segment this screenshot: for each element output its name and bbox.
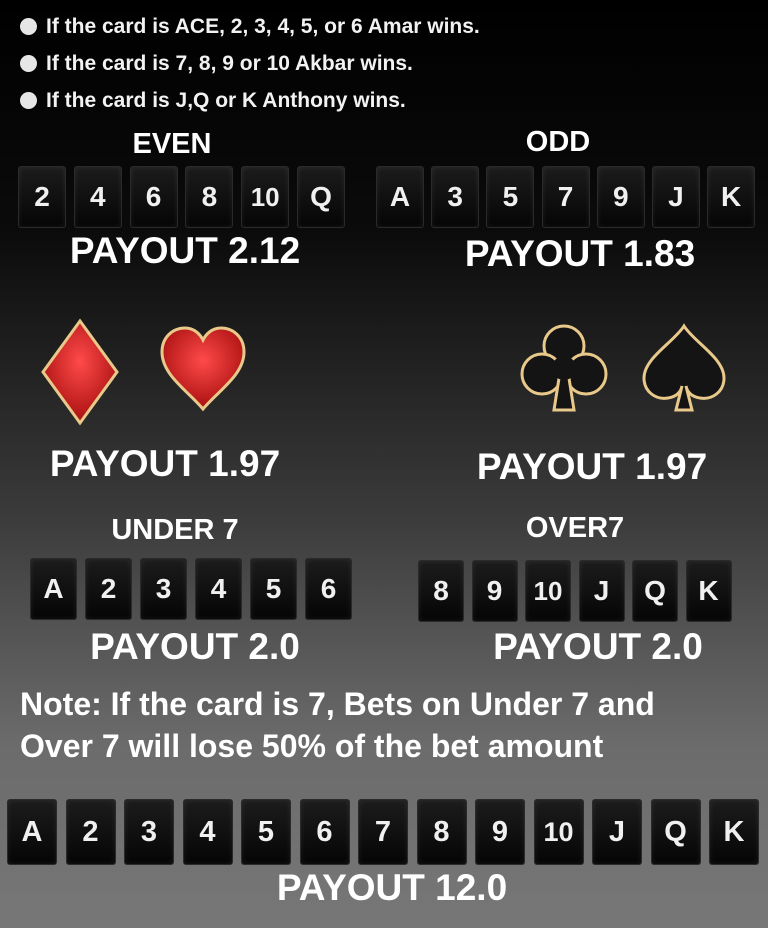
card-7[interactable]: 7 <box>358 799 408 865</box>
rule-text: If the card is 7, 8, 9 or 10 Akbar wins. <box>46 51 413 75</box>
odd-cards[interactable]: A3579JK <box>376 166 756 228</box>
card-10[interactable]: 10 <box>525 560 571 622</box>
rule-item: If the card is ACE, 2, 3, 4, 5, or 6 Ama… <box>20 8 480 45</box>
bullet-icon <box>20 92 37 109</box>
bullet-icon <box>20 18 37 35</box>
over7-payout: PAYOUT 2.0 <box>493 626 703 667</box>
card-2[interactable]: 2 <box>18 166 66 228</box>
note-line-2: Over 7 will lose 50% of the bet amount <box>20 728 604 764</box>
red-payout: PAYOUT 1.97 <box>49 443 281 484</box>
card-q[interactable]: Q <box>650 799 701 865</box>
card-a[interactable]: A <box>7 799 57 865</box>
rule-item: If the card is J,Q or K Anthony wins. <box>20 82 480 119</box>
card-5[interactable]: 5 <box>250 558 297 620</box>
heart-icon <box>160 326 246 412</box>
card-2[interactable]: 2 <box>85 558 132 620</box>
under7-title: UNDER 7 <box>111 514 239 546</box>
over7-title: OVER7 <box>525 512 625 544</box>
rule-item: If the card is 7, 8, 9 or 10 Akbar wins. <box>20 45 480 82</box>
card-10[interactable]: 10 <box>533 799 584 865</box>
card-k[interactable]: K <box>707 166 756 228</box>
even-title: EVEN <box>132 128 212 160</box>
diamond-icon <box>41 318 119 426</box>
note-line-1: Note: If the card is 7, Bets on Under 7 … <box>20 686 655 722</box>
card-9[interactable]: 9 <box>475 799 525 865</box>
rule-text: If the card is ACE, 2, 3, 4, 5, or 6 Ama… <box>46 14 480 38</box>
card-k[interactable]: K <box>685 560 732 622</box>
card-3[interactable]: 3 <box>124 799 174 865</box>
card-k[interactable]: K <box>709 799 759 865</box>
single-card-cards[interactable]: A 2 3 4 5 6 7 8 9 10 J Q K <box>7 799 759 865</box>
card-8[interactable]: 8 <box>418 560 464 622</box>
even-cards[interactable]: 2 4 6 8 10 Q <box>18 166 345 228</box>
club-icon <box>520 324 608 412</box>
card-6[interactable]: 6 <box>305 558 352 620</box>
card-4[interactable]: 4 <box>182 799 233 865</box>
card-q[interactable]: Q <box>296 166 345 228</box>
card-4[interactable]: 4 <box>195 558 242 620</box>
even-payout: PAYOUT 2.12 <box>69 230 301 271</box>
card-7[interactable]: 7 <box>541 166 590 228</box>
card-10[interactable]: 10 <box>241 166 290 228</box>
rule-text: If the card is J,Q or K Anthony wins. <box>46 88 406 112</box>
note-text: Note: If the card is 7, Bets on Under 7 … <box>20 683 760 767</box>
single-card-payout: PAYOUT 12.0 <box>276 867 508 908</box>
bullet-icon <box>20 55 37 72</box>
card-q[interactable]: Q <box>632 560 678 622</box>
card-9[interactable]: 9 <box>471 560 518 622</box>
over7-cards[interactable]: 8 9 10 J Q K <box>418 560 732 622</box>
card-5[interactable]: 5 <box>486 166 535 228</box>
rules-list: If the card is ACE, 2, 3, 4, 5, or 6 Ama… <box>20 8 480 119</box>
card-j[interactable]: J <box>592 799 642 865</box>
card-6[interactable]: 6 <box>299 799 350 865</box>
card-8[interactable]: 8 <box>416 799 467 865</box>
odd-payout: PAYOUT 1.83 <box>464 233 696 274</box>
card-9[interactable]: 9 <box>596 166 645 228</box>
black-payout: PAYOUT 1.97 <box>476 446 708 487</box>
card-6[interactable]: 6 <box>129 166 178 228</box>
card-j[interactable]: J <box>651 166 700 228</box>
card-a[interactable]: A <box>376 166 424 228</box>
card-4[interactable]: 4 <box>73 166 122 228</box>
card-8[interactable]: 8 <box>185 166 234 228</box>
under7-payout: PAYOUT 2.0 <box>90 626 300 667</box>
card-3[interactable]: 3 <box>140 558 187 620</box>
card-a[interactable]: A <box>30 558 77 620</box>
spade-icon <box>642 323 726 412</box>
card-3[interactable]: 3 <box>431 166 480 228</box>
under7-cards[interactable]: A23456 <box>30 558 352 620</box>
card-j[interactable]: J <box>578 560 625 622</box>
card-5[interactable]: 5 <box>241 799 291 865</box>
odd-title: ODD <box>525 126 591 158</box>
card-2[interactable]: 2 <box>65 799 116 865</box>
